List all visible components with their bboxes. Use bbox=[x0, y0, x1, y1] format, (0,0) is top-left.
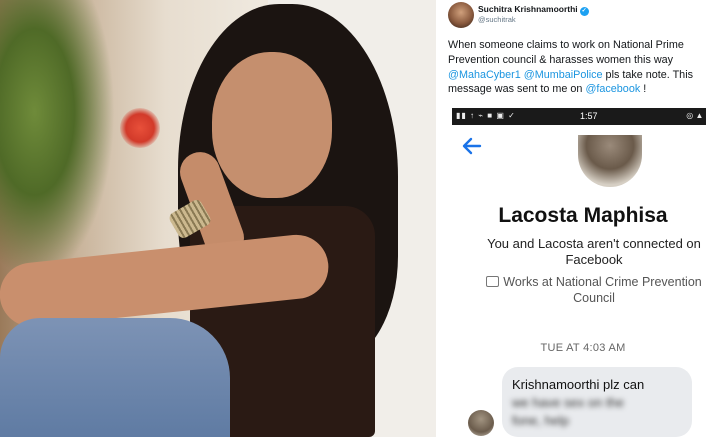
mention-mumbaipolice[interactable]: @MumbaiPolice bbox=[524, 69, 603, 81]
author-name-text: Suchitra Krishnamoorthi bbox=[478, 4, 578, 14]
back-button[interactable] bbox=[460, 134, 484, 158]
verified-badge-icon: ✓ bbox=[579, 7, 589, 16]
message-timestamp: TUE AT 4:03 AM bbox=[540, 342, 626, 354]
briefcase-icon bbox=[486, 276, 500, 287]
message-line-3-blurred: fone, help bbox=[512, 413, 570, 428]
work-text: Works at National Crime Prevention Counc… bbox=[503, 275, 702, 305]
status-icons-left: ▮▮ ↑ ⌁ ■ ▣ ✓ bbox=[456, 111, 516, 120]
connection-status: You and Lacosta aren't connected on Face… bbox=[487, 236, 701, 267]
tweet-text-part1: When someone claims to work on National … bbox=[448, 39, 684, 66]
sender-avatar[interactable] bbox=[468, 410, 494, 436]
status-icons-right: ◎ ▲ ▮ bbox=[686, 111, 706, 120]
status-time: 1:57 bbox=[580, 111, 598, 121]
news-collage: Suchitra Krishnamoorthi ✓ @suchitrak When… bbox=[0, 0, 706, 437]
tweet-text-end: ! bbox=[640, 83, 647, 96]
woman-face bbox=[212, 52, 332, 198]
red-flower bbox=[120, 108, 160, 148]
tweet-text: When someone claims to work on National … bbox=[448, 38, 706, 97]
author-avatar[interactable] bbox=[448, 2, 474, 28]
denim-jeans bbox=[0, 318, 230, 437]
work-info: Works at National Crime Prevention Counc… bbox=[474, 274, 706, 306]
tweet-screenshot-panel: Suchitra Krishnamoorthi ✓ @suchitrak When… bbox=[436, 0, 706, 437]
back-arrow-icon bbox=[462, 137, 482, 155]
message-line-1: Krishnamoorthi plz can bbox=[512, 377, 645, 392]
plant-foliage bbox=[0, 0, 115, 280]
portrait-photo bbox=[0, 0, 436, 437]
mention-facebook[interactable]: @facebook bbox=[585, 83, 640, 95]
status-bar: ▮▮ ↑ ⌁ ■ ▣ ✓ 1:57 ◎ ▲ ▮ bbox=[452, 108, 706, 125]
profile-picture[interactable] bbox=[578, 135, 642, 187]
tweet: Suchitra Krishnamoorthi ✓ @suchitrak When… bbox=[444, 0, 706, 104]
message-bubble[interactable]: Krishnamoorthi plz can we have sex on th… bbox=[502, 367, 692, 437]
phone-screenshot: ▮▮ ↑ ⌁ ■ ▣ ✓ 1:57 ◎ ▲ ▮ Lacosta Maphisa … bbox=[452, 108, 706, 437]
message-line-2-blurred: we have sex on the bbox=[512, 395, 625, 410]
author-handle[interactable]: @suchitrak bbox=[478, 15, 516, 24]
profile-name: Lacosta Maphisa bbox=[498, 204, 668, 227]
mention-mahacyber1[interactable]: @MahaCyber1 bbox=[448, 69, 521, 81]
